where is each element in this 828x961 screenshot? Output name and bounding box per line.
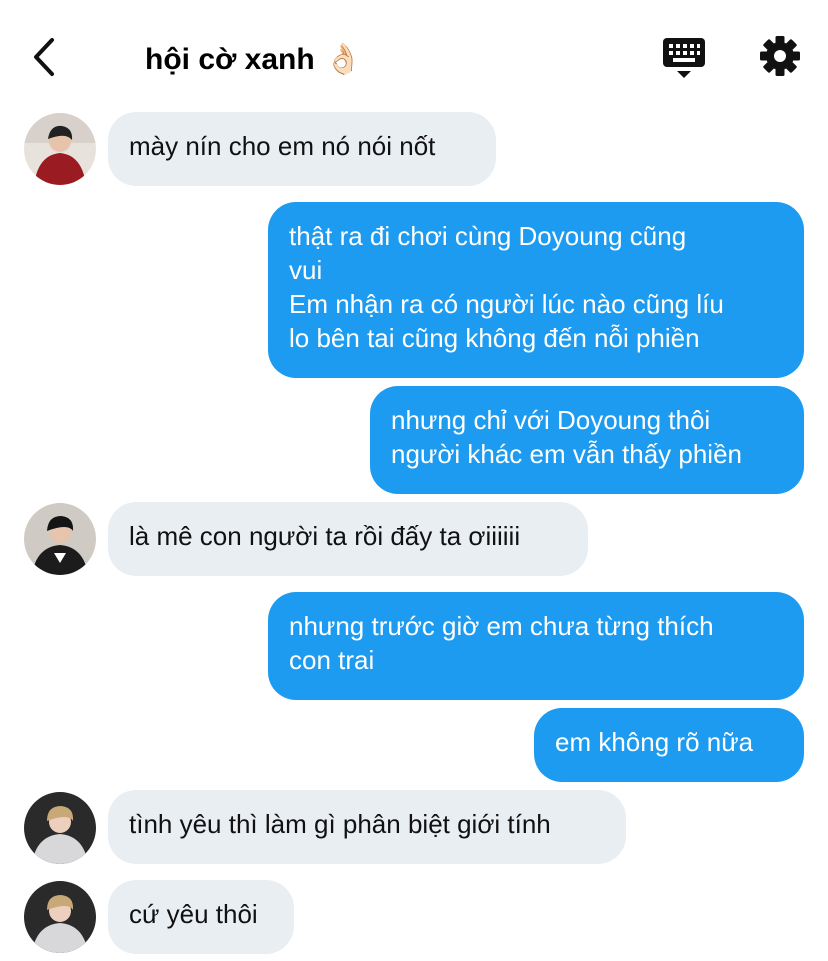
message-bubble-incoming[interactable]: cứ yêu thôi — [108, 880, 294, 954]
message-bubble-outgoing[interactable]: nhưng trước giờ em chưa từng thích con t… — [268, 592, 804, 700]
message-text: cứ yêu thôi — [129, 899, 258, 929]
message-bubble-outgoing[interactable]: em không rõ nữa — [534, 708, 804, 782]
message-bubble-outgoing[interactable]: thật ra đi chơi cùng Doyoung cũng vui Em… — [268, 202, 804, 378]
message-text: mày nín cho em nó nói nốt — [129, 131, 436, 161]
message-bubble-outgoing[interactable]: nhưng chỉ với Doyoung thôi người khác em… — [370, 386, 804, 494]
ok-hand-emoji: 👌🏻 — [324, 43, 363, 76]
avatar[interactable] — [24, 503, 96, 575]
message-text-line: người khác em vẫn thấy phiền — [391, 439, 742, 469]
message-text-line: lo bên tai cũng không đến nỗi phiền — [289, 323, 700, 353]
gear-icon — [760, 36, 800, 76]
message-bubble-incoming[interactable]: là mê con người ta rồi đấy ta ơiiiiii — [108, 502, 588, 576]
group-name: hội cờ xanh — [145, 43, 315, 76]
avatar[interactable] — [24, 792, 96, 864]
message-text-line: vui — [289, 255, 323, 285]
chevron-left-icon — [34, 38, 54, 76]
page-title: hội cờ xanh 👌🏻 — [145, 40, 362, 80]
message-text-line: nhưng trước giờ em chưa từng thích — [289, 611, 714, 641]
message-text-line: Em nhận ra có người lúc nào cũng líu — [289, 289, 724, 319]
message-text-line: thật ra đi chơi cùng Doyoung cũng — [289, 221, 687, 251]
message-bubble-incoming[interactable]: mày nín cho em nó nói nốt — [108, 112, 496, 186]
avatar[interactable] — [24, 113, 96, 185]
message-text-line: nhưng chỉ với Doyoung thôi — [391, 405, 711, 435]
message-text: em không rõ nữa — [555, 727, 754, 757]
settings-button[interactable] — [758, 34, 802, 78]
back-button[interactable] — [24, 34, 64, 80]
message-text: tình yêu thì làm gì phân biệt giới tính — [129, 809, 551, 839]
keyboard-button[interactable] — [662, 36, 706, 80]
keyboard-icon — [663, 38, 705, 78]
message-bubble-incoming[interactable]: tình yêu thì làm gì phân biệt giới tính — [108, 790, 626, 864]
message-text: là mê con người ta rồi đấy ta ơiiiiii — [129, 521, 521, 551]
chat-header: hội cờ xanh 👌🏻 — [0, 0, 828, 110]
avatar[interactable] — [24, 881, 96, 953]
message-text-line: con trai — [289, 645, 375, 675]
